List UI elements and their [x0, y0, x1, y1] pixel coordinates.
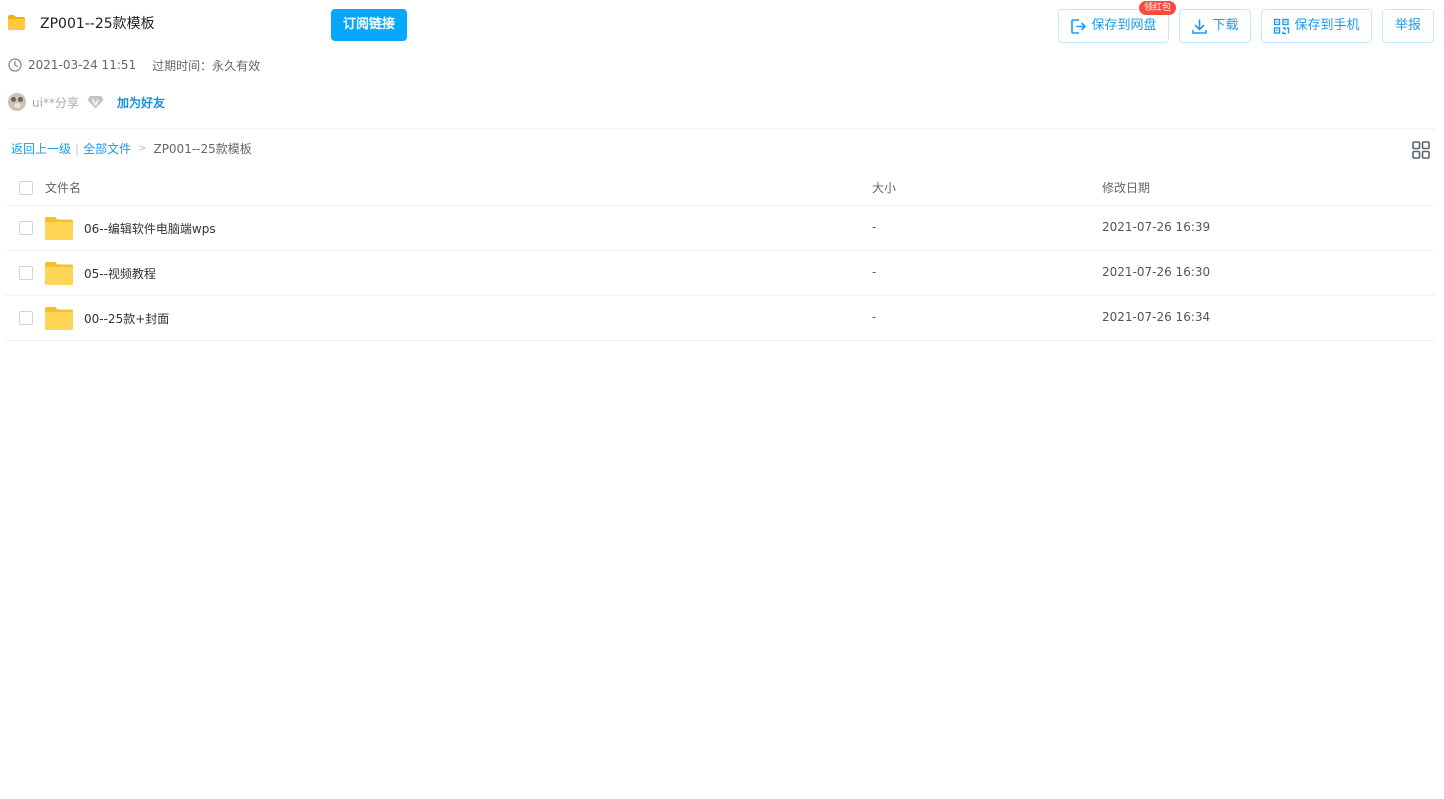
share-page: ZP001--25款模板 订阅链接 保存到网盘 领红包 下载 保存到手机 举报 [0, 0, 1444, 799]
file-size: - [872, 265, 877, 279]
avatar[interactable] [8, 93, 26, 111]
folder-icon [45, 262, 73, 285]
divider [8, 128, 1436, 129]
qr-phone-icon [1274, 18, 1290, 34]
select-all-checkbox[interactable] [19, 181, 33, 195]
table-row[interactable]: 06--编辑软件电脑端wps - 2021-07-26 16:39 [5, 206, 1436, 251]
file-size: - [872, 220, 877, 234]
breadcrumb: 返回上一级 | 全部文件 > ZP001--25款模板 [11, 141, 252, 157]
file-size: - [872, 310, 877, 324]
sharer-name[interactable]: ui**分享 [32, 94, 79, 111]
share-title: ZP001--25款模板 [40, 16, 155, 32]
download-label: 下载 [1212, 18, 1239, 33]
report-button[interactable]: 举报 [1382, 9, 1434, 43]
table-row[interactable]: 00--25款+封面 - 2021-07-26 16:34 [5, 296, 1436, 341]
breadcrumb-arrow: > [138, 143, 147, 154]
red-packet-badge[interactable]: 领红包 [1138, 1, 1176, 15]
file-name[interactable]: 00--25款+封面 [84, 310, 169, 327]
file-modified: 2021-07-26 16:34 [1102, 310, 1211, 324]
breadcrumb-separator: | [75, 142, 80, 156]
download-button[interactable]: 下载 [1179, 9, 1251, 43]
back-link[interactable]: 返回上一级 [11, 141, 71, 157]
row-checkbox[interactable] [19, 266, 33, 280]
file-modified: 2021-07-26 16:30 [1102, 265, 1211, 279]
save-to-netdisk-button[interactable]: 保存到网盘 领红包 [1058, 1, 1176, 43]
save-netdisk-icon [1071, 18, 1087, 34]
save-to-phone-label: 保存到手机 [1294, 18, 1360, 33]
file-table-header: 文件名 大小 修改日期 [5, 168, 1436, 206]
file-name[interactable]: 06--编辑软件电脑端wps [84, 220, 216, 237]
subscribe-link-button[interactable]: 订阅链接 [331, 9, 407, 41]
share-meta: 2021-03-24 11:51 过期时间：永久有效 [8, 57, 260, 73]
row-checkbox[interactable] [19, 221, 33, 235]
all-files-link[interactable]: 全部文件 [83, 141, 131, 157]
header-modified[interactable]: 修改日期 [1102, 179, 1150, 196]
header-size[interactable]: 大小 [872, 179, 896, 196]
folder-icon [45, 217, 73, 240]
vip-diamond-icon [87, 96, 104, 109]
expire-time: 过期时间：永久有效 [152, 58, 261, 73]
folder-icon [8, 15, 25, 30]
report-label: 举报 [1394, 18, 1421, 33]
download-icon [1192, 18, 1208, 34]
sharer-info: ui**分享 加为好友 [8, 93, 165, 111]
row-checkbox[interactable] [19, 311, 33, 325]
clock-icon [8, 58, 22, 72]
breadcrumb-current: ZP001--25款模板 [153, 142, 252, 156]
created-time: 2021-03-24 11:51 [28, 58, 137, 72]
header-name[interactable]: 文件名 [45, 179, 81, 196]
save-to-phone-button[interactable]: 保存到手机 [1261, 9, 1372, 43]
table-row[interactable]: 05--视频教程 - 2021-07-26 16:30 [5, 251, 1436, 296]
file-modified: 2021-07-26 16:39 [1102, 220, 1211, 234]
file-name[interactable]: 05--视频教程 [84, 265, 156, 282]
grid-view-icon[interactable] [1412, 141, 1430, 159]
add-friend-link[interactable]: 加为好友 [117, 94, 165, 111]
folder-icon [45, 307, 73, 330]
